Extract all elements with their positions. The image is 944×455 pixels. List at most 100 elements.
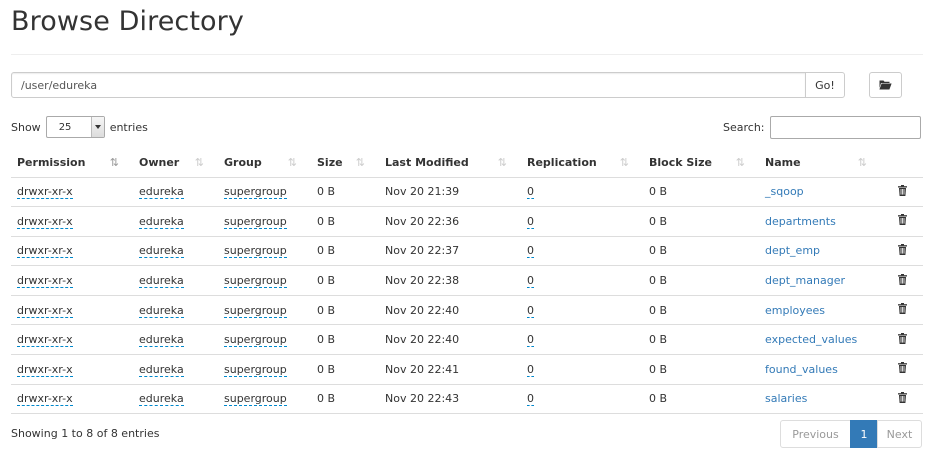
permission-cell: drwxr-xr-x (11, 236, 133, 267)
replication-value[interactable]: 0 (527, 214, 534, 229)
permission-value[interactable]: drwxr-xr-x (17, 244, 73, 259)
group-value[interactable]: supergroup (224, 303, 287, 318)
owner-value[interactable]: edureka (139, 392, 184, 407)
directory-link[interactable]: departments (765, 215, 836, 228)
directory-link[interactable]: dept_manager (765, 274, 845, 287)
group-cell: supergroup (218, 384, 311, 415)
block-size-cell: 0 B (643, 354, 759, 385)
owner-value[interactable]: edureka (139, 362, 184, 377)
owner-value[interactable]: edureka (139, 303, 184, 318)
trash-icon[interactable] (897, 332, 907, 347)
group-value[interactable]: supergroup (224, 333, 287, 348)
actions-cell (881, 384, 923, 415)
name-cell: expected_values (759, 324, 881, 356)
group-value[interactable]: supergroup (224, 274, 287, 289)
replication-value[interactable]: 0 (527, 244, 534, 259)
show-label: Show (11, 120, 41, 134)
column-header-group[interactable]: Group ⇅ (218, 148, 311, 178)
directory-link[interactable]: salaries (765, 392, 807, 405)
replication-value[interactable]: 0 (527, 333, 534, 348)
sort-icon: ⇅ (497, 156, 507, 169)
column-header-block-size[interactable]: Block Size ⇅ (643, 148, 759, 178)
next-page-button[interactable]: Next (877, 420, 922, 448)
group-value[interactable]: supergroup (224, 244, 287, 259)
trash-icon[interactable] (897, 303, 907, 317)
group-cell: supergroup (218, 206, 311, 237)
column-header-owner[interactable]: Owner ⇅ (133, 148, 218, 178)
permission-value[interactable]: drwxr-xr-x (17, 333, 73, 348)
table-search: Search: (723, 115, 921, 139)
actions-cell (881, 324, 923, 356)
permission-value[interactable]: drwxr-xr-x (17, 392, 73, 407)
previous-page-button[interactable]: Previous (780, 420, 851, 448)
replication-value[interactable]: 0 (527, 392, 534, 407)
replication-value[interactable]: 0 (527, 185, 534, 200)
group-value[interactable]: supergroup (224, 214, 287, 229)
permission-cell: drwxr-xr-x (11, 354, 133, 385)
owner-cell: edureka (133, 177, 218, 208)
permission-value[interactable]: drwxr-xr-x (17, 214, 73, 229)
group-value[interactable]: supergroup (224, 362, 287, 377)
name-cell: departments (759, 206, 881, 237)
go-button[interactable]: Go! (805, 72, 845, 98)
trash-icon[interactable] (897, 214, 907, 228)
last-modified-cell: Nov 20 22:38 (379, 265, 521, 296)
directory-link[interactable]: _sqoop (765, 185, 804, 198)
trash-icon[interactable] (897, 184, 907, 199)
trash-icon[interactable] (897, 362, 907, 376)
search-input[interactable] (769, 115, 921, 139)
create-directory-button[interactable] (869, 72, 902, 98)
replication-cell: 0 (521, 206, 643, 237)
last-modified-cell: Nov 20 22:36 (379, 206, 521, 237)
column-header-replication[interactable]: Replication ⇅ (521, 148, 643, 178)
permission-cell: drwxr-xr-x (11, 324, 133, 356)
search-label: Search: (723, 120, 765, 134)
permission-cell: drwxr-xr-x (11, 206, 133, 237)
directory-link[interactable]: employees (765, 304, 825, 317)
permission-value[interactable]: drwxr-xr-x (17, 362, 73, 377)
owner-value[interactable]: edureka (139, 244, 184, 259)
table-row: drwxr-xr-x edureka supergroup 0 B Nov 20 22:… (11, 384, 923, 415)
dropdown-arrow-icon (90, 117, 104, 137)
table-row: drwxr-xr-x edureka supergroup 0 B Nov 20 22:… (11, 206, 923, 237)
permission-value[interactable]: drwxr-xr-x (17, 185, 73, 200)
column-header-size[interactable]: Size ⇅ (311, 148, 379, 178)
entries-label: entries (109, 120, 148, 134)
size-cell: 0 B (311, 295, 379, 326)
directory-link[interactable]: expected_values (765, 333, 857, 346)
replication-cell: 0 (521, 177, 643, 208)
replication-value[interactable]: 0 (527, 274, 534, 289)
column-header-permission[interactable]: Permission ⇅ (11, 148, 133, 178)
owner-cell: edureka (133, 384, 218, 415)
owner-cell: edureka (133, 236, 218, 267)
permission-value[interactable]: drwxr-xr-x (17, 274, 73, 289)
sort-icon: ⇅ (735, 156, 745, 169)
permission-value[interactable]: drwxr-xr-x (17, 303, 73, 318)
page-length-select[interactable]: 25 (45, 116, 105, 138)
replication-value[interactable]: 0 (527, 362, 534, 377)
directory-path-input[interactable] (11, 72, 806, 98)
group-value[interactable]: supergroup (224, 185, 287, 200)
table-row: drwxr-xr-x edureka supergroup 0 B Nov 20 22:… (11, 295, 923, 326)
name-cell: salaries (759, 384, 881, 415)
table-header-row: Permission ⇅ Owner ⇅ Group ⇅ Size ⇅ Last Mod… (11, 148, 923, 178)
permission-cell: drwxr-xr-x (11, 384, 133, 415)
column-header-actions (881, 148, 923, 178)
owner-value[interactable]: edureka (139, 185, 184, 200)
actions-cell (881, 206, 923, 237)
column-header-last-modified[interactable]: Last Modified ⇅ (379, 148, 521, 178)
trash-icon[interactable] (897, 273, 907, 288)
trash-icon[interactable] (897, 243, 907, 258)
sort-icon: ⇅ (355, 156, 365, 169)
owner-cell: edureka (133, 295, 218, 326)
owner-value[interactable]: edureka (139, 333, 184, 348)
directory-link[interactable]: found_values (765, 363, 838, 376)
directory-link[interactable]: dept_emp (765, 244, 820, 257)
page-1-button[interactable]: 1 (850, 420, 878, 448)
replication-value[interactable]: 0 (527, 303, 534, 318)
column-header-name[interactable]: Name ⇅ (759, 148, 881, 178)
owner-value[interactable]: edureka (139, 274, 184, 289)
trash-icon[interactable] (897, 391, 907, 406)
group-value[interactable]: supergroup (224, 392, 287, 407)
owner-value[interactable]: edureka (139, 214, 184, 229)
